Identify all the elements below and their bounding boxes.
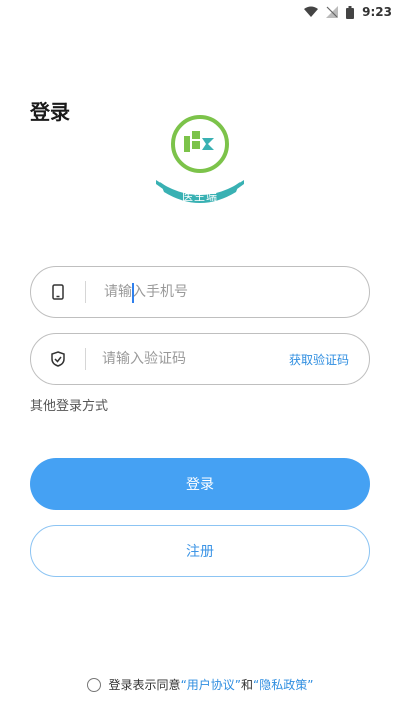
battery-icon bbox=[346, 5, 355, 19]
get-code-button[interactable]: 获取验证码 bbox=[289, 351, 369, 368]
agreement-row: 登录表示同意“用户协议”和“隐私政策” bbox=[0, 676, 400, 693]
app-logo: 医生端 bbox=[156, 114, 244, 206]
wifi-icon bbox=[304, 6, 319, 18]
no-signal-icon bbox=[326, 6, 339, 18]
status-bar: 9:23 bbox=[0, 0, 400, 24]
code-input[interactable] bbox=[86, 338, 289, 380]
phone-field[interactable] bbox=[30, 266, 370, 318]
register-button[interactable]: 注册 bbox=[30, 525, 370, 577]
login-button[interactable]: 登录 bbox=[30, 458, 370, 510]
agreement-prefix: 登录表示同意 bbox=[108, 678, 181, 692]
user-agreement-link[interactable]: “用户协议” bbox=[181, 678, 241, 692]
status-time: 9:23 bbox=[362, 5, 392, 19]
phone-icon bbox=[31, 267, 85, 317]
shield-icon bbox=[31, 334, 85, 384]
other-login-link[interactable]: 其他登录方式 bbox=[30, 395, 108, 414]
agreement-and: 和 bbox=[241, 678, 254, 692]
code-field[interactable]: 获取验证码 bbox=[30, 333, 370, 385]
page-title: 登录 bbox=[30, 100, 70, 124]
agree-radio[interactable] bbox=[86, 677, 101, 692]
logo-badge-text: 医生端 bbox=[182, 190, 218, 203]
text-cursor bbox=[132, 283, 134, 303]
privacy-policy-link[interactable]: “隐私政策” bbox=[253, 678, 313, 692]
phone-input[interactable] bbox=[86, 271, 369, 313]
agreement-text: 登录表示同意“用户协议”和“隐私政策” bbox=[109, 676, 314, 693]
